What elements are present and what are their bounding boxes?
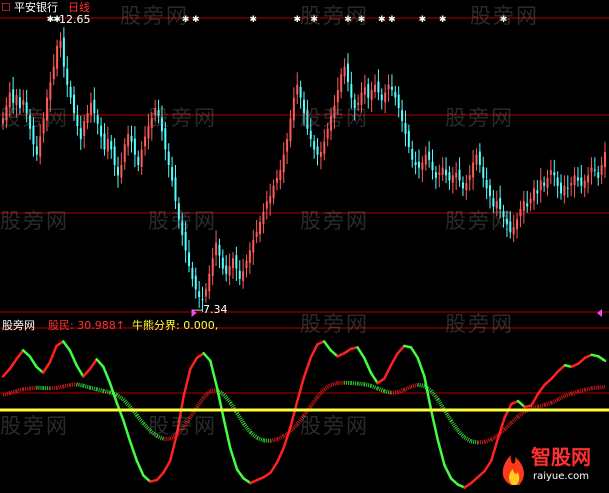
watermark: 股旁网 (445, 205, 514, 235)
logo-title: 智股网 (531, 445, 591, 469)
watermark: 股旁网 (0, 410, 69, 440)
watermark: 股旁网 (148, 205, 217, 235)
window-checkbox[interactable]: ☐ (1, 1, 11, 14)
field2-label: 牛熊分界 (132, 319, 176, 332)
watermark: 股旁网 (445, 308, 514, 338)
high-price-marker: —12.65 (48, 13, 91, 26)
indicator-field2: 牛熊分界: 0.000, (132, 319, 218, 332)
watermark: 股旁网 (445, 102, 514, 132)
watermark: 股旁网 (148, 410, 217, 440)
watermark: 股旁网 (470, 0, 539, 30)
watermark: 股旁网 (0, 102, 69, 132)
watermark: 股旁网 (300, 0, 369, 30)
watermark: 股旁网 (300, 410, 369, 440)
indicator-name[interactable]: 股旁网 (2, 319, 35, 332)
logo-url: raiyue.com (533, 471, 589, 483)
low-price-marker: —7.34 (192, 303, 228, 316)
site-logo: 智股网 raiyue.com (497, 445, 605, 489)
field1-value: 30.988 (77, 319, 116, 332)
up-arrow-icon: ↑ (116, 319, 125, 332)
watermark: 股旁网 (120, 0, 189, 30)
indicator-field1: 股民: 30.988↑ (48, 319, 125, 332)
watermark: 股旁网 (300, 308, 369, 338)
watermark: 股旁网 (0, 205, 69, 235)
watermark: 股旁网 (300, 102, 369, 132)
watermark: 股旁网 (300, 205, 369, 235)
low-price-value: 7.34 (203, 303, 228, 316)
watermark-layer: 股旁网 股旁网 股旁网 股旁网 股旁网 股旁网 股旁网 股旁网 股旁网 股旁网 … (0, 0, 609, 492)
high-price-value: 12.65 (59, 13, 91, 26)
watermark: 股旁网 (148, 102, 217, 132)
field2-value: 0.000, (183, 319, 218, 332)
field1-label: 股民 (48, 319, 70, 332)
